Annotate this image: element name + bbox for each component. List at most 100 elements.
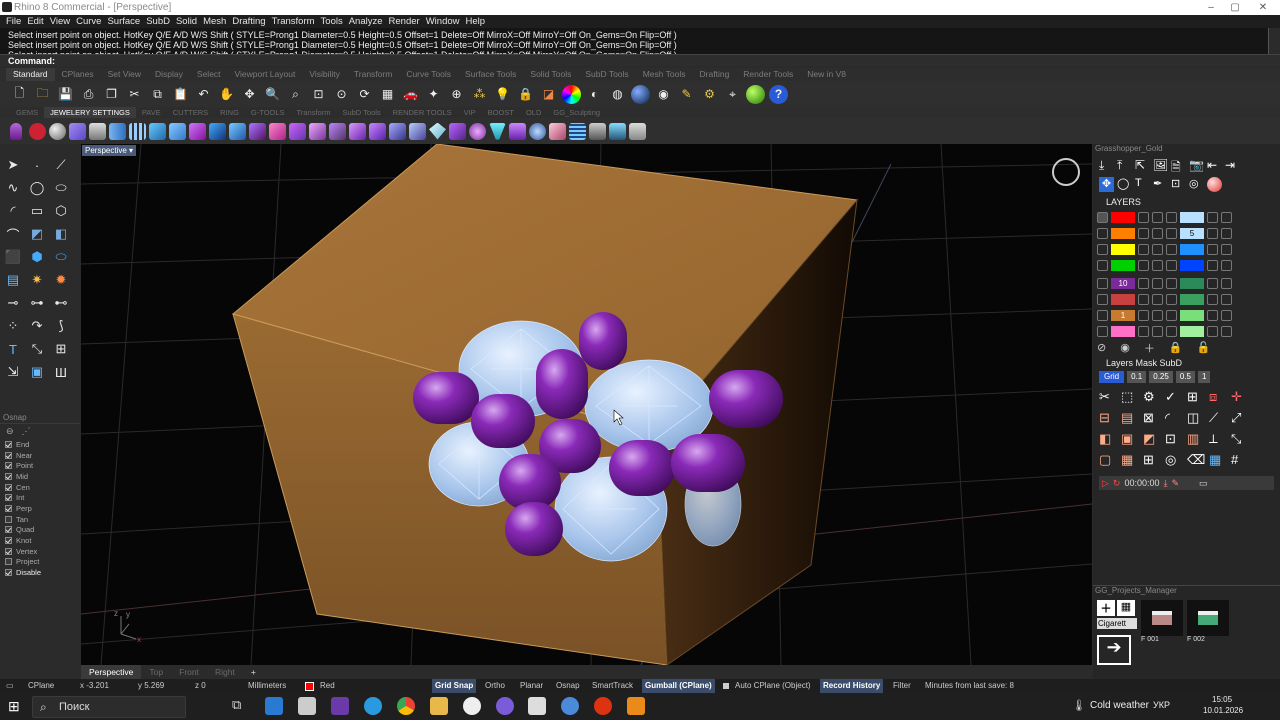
tab-surface-tools[interactable]: Surface Tools xyxy=(458,68,523,81)
save-project-icon[interactable]: ▦ xyxy=(1117,600,1135,616)
tab-cplanes[interactable]: CPlanes xyxy=(55,68,101,81)
zigzag-tool-icon[interactable] xyxy=(349,122,366,140)
tab-solid-tools[interactable]: Solid Tools xyxy=(523,68,578,81)
curve-tool-icon[interactable] xyxy=(149,122,166,140)
text-tool-icon[interactable]: T xyxy=(1135,177,1150,192)
tab-set-view[interactable]: Set View xyxy=(101,68,148,81)
menu-file[interactable]: File xyxy=(3,15,24,28)
circle-icon[interactable]: ◯ xyxy=(28,179,46,197)
new-file-icon[interactable]: 🗋 xyxy=(10,85,29,104)
menu-edit[interactable]: Edit xyxy=(24,15,46,28)
offset-icon[interactable]: ⟆ xyxy=(52,317,70,335)
lock-icon[interactable] xyxy=(1221,294,1232,305)
light-icon[interactable]: 💡 xyxy=(493,85,512,104)
download-icon[interactable]: ⤓ xyxy=(1099,158,1114,173)
layer-row[interactable] xyxy=(1097,210,1232,225)
cutter-tool-icon[interactable] xyxy=(389,122,406,140)
join-icon[interactable]: ⊷ xyxy=(52,294,70,312)
lock-icon[interactable] xyxy=(1152,260,1163,271)
copy-icon[interactable]: ❐ xyxy=(102,85,121,104)
osnap-perp[interactable]: Perp xyxy=(0,503,80,514)
filter-toggle[interactable]: Filter xyxy=(893,679,911,693)
play-icon[interactable]: ▷ xyxy=(1102,478,1109,489)
windows-start-icon[interactable]: ⊞ xyxy=(8,698,20,715)
surface-icon[interactable]: ◩ xyxy=(28,225,46,243)
upload-icon[interactable]: ⤒ xyxy=(1117,158,1132,173)
point-icon[interactable]: · xyxy=(28,156,46,174)
lock-icon[interactable] xyxy=(1221,244,1232,255)
gem-setting-icon[interactable] xyxy=(69,122,86,140)
gear-tool-icon[interactable]: ⚙ xyxy=(1143,389,1162,407)
layer-row[interactable]: 1 xyxy=(1097,308,1232,323)
settings-icon[interactable]: ⚙ xyxy=(700,85,719,104)
chain-tool-icon[interactable] xyxy=(329,122,346,140)
menu-drafting[interactable]: Drafting xyxy=(229,15,268,28)
tab-drafting[interactable]: Drafting xyxy=(693,68,737,81)
layer-color-swatch[interactable] xyxy=(1180,326,1204,337)
export-icon[interactable]: ⇱ xyxy=(1135,158,1150,173)
tab-transform[interactable]: Transform xyxy=(347,68,399,81)
menu-subd[interactable]: SubD xyxy=(143,15,173,28)
bead-line-icon[interactable] xyxy=(269,122,286,140)
document-icon[interactable]: 🗎 xyxy=(1171,158,1186,174)
go-arrow-icon[interactable]: ➔ xyxy=(1097,635,1131,665)
perspective-viewport[interactable]: z y x Perspective ▾ xyxy=(81,144,1092,665)
chrome-icon[interactable] xyxy=(397,697,415,715)
frame-icon[interactable]: ⊡ xyxy=(1171,177,1186,192)
layer-row[interactable] xyxy=(1097,242,1232,257)
osnap-disable[interactable]: Disable xyxy=(0,567,80,578)
eraser-icon[interactable]: ⌫ xyxy=(1187,452,1206,470)
eye-icon[interactable] xyxy=(1138,310,1149,321)
subd-split-icon[interactable]: ◫ xyxy=(1187,410,1206,428)
prong[interactable] xyxy=(505,502,563,556)
pave-tool-icon[interactable] xyxy=(529,122,546,140)
pan-icon[interactable]: ✋ xyxy=(217,85,236,104)
add-project-icon[interactable]: ＋ xyxy=(1097,600,1115,616)
layer-color-swatch[interactable] xyxy=(1180,310,1204,321)
layer-color-swatch[interactable] xyxy=(1180,278,1204,289)
tab-subd-tools[interactable]: SubD Tools xyxy=(578,68,635,81)
shade-icon[interactable]: ◐ xyxy=(585,85,604,104)
move-icon[interactable]: ✥ xyxy=(1099,177,1114,192)
eye-icon[interactable] xyxy=(1207,326,1218,337)
layer-row[interactable]: 10 xyxy=(1097,276,1232,291)
heart-gem-icon[interactable] xyxy=(549,122,566,140)
osnap-tan[interactable]: Tan xyxy=(0,514,80,525)
scale-icon[interactable]: ⤡ xyxy=(28,340,46,358)
layer-check-icon[interactable] xyxy=(1166,212,1177,223)
menu-surface[interactable]: Surface xyxy=(104,15,143,28)
hide-icon[interactable]: ⊘ xyxy=(1097,341,1106,354)
layer-color-swatch[interactable] xyxy=(1111,228,1135,239)
tab-viewport-layout[interactable]: Viewport Layout xyxy=(228,68,303,81)
prong[interactable] xyxy=(499,454,561,510)
lock-icon[interactable] xyxy=(1152,326,1163,337)
layer-check-icon[interactable] xyxy=(1097,278,1108,289)
layer-check-icon[interactable] xyxy=(1097,294,1108,305)
prong[interactable] xyxy=(413,372,479,424)
subd-bevel-icon[interactable]: ◩ xyxy=(1143,431,1162,449)
eye-icon[interactable] xyxy=(1138,294,1149,305)
lock-icon[interactable] xyxy=(1221,278,1232,289)
eye-icon[interactable] xyxy=(1207,228,1218,239)
zoom-icon[interactable]: 🔍 xyxy=(263,85,282,104)
cylinder-icon[interactable]: ⬭ xyxy=(52,248,70,266)
round-gem-icon[interactable] xyxy=(469,122,486,140)
cup-tool-icon[interactable] xyxy=(369,122,386,140)
osnap-int[interactable]: Int xyxy=(0,492,80,503)
tab-old[interactable]: OLD xyxy=(520,107,547,118)
subd-icon[interactable]: ⬢ xyxy=(28,248,46,266)
eye-icon[interactable] xyxy=(1138,228,1149,239)
blend-icon[interactable]: ↷ xyxy=(28,317,46,335)
seat-cutter-icon[interactable] xyxy=(509,122,526,140)
dimension-tool-icon[interactable]: ⇲ xyxy=(4,363,22,381)
layer-color-swatch[interactable] xyxy=(1111,212,1135,223)
tab-mesh-tools[interactable]: Mesh Tools xyxy=(636,68,693,81)
layer-check-icon[interactable] xyxy=(1166,228,1177,239)
diamond-tool-icon[interactable] xyxy=(429,122,446,140)
viewport-layout-icon[interactable]: ▦ xyxy=(378,85,397,104)
stack-tool-icon[interactable] xyxy=(589,122,606,140)
prong[interactable] xyxy=(579,312,627,370)
command-line[interactable]: Command: xyxy=(0,54,1280,66)
polygon-icon[interactable]: ⬡ xyxy=(52,202,70,220)
telegram-icon[interactable] xyxy=(364,697,382,715)
